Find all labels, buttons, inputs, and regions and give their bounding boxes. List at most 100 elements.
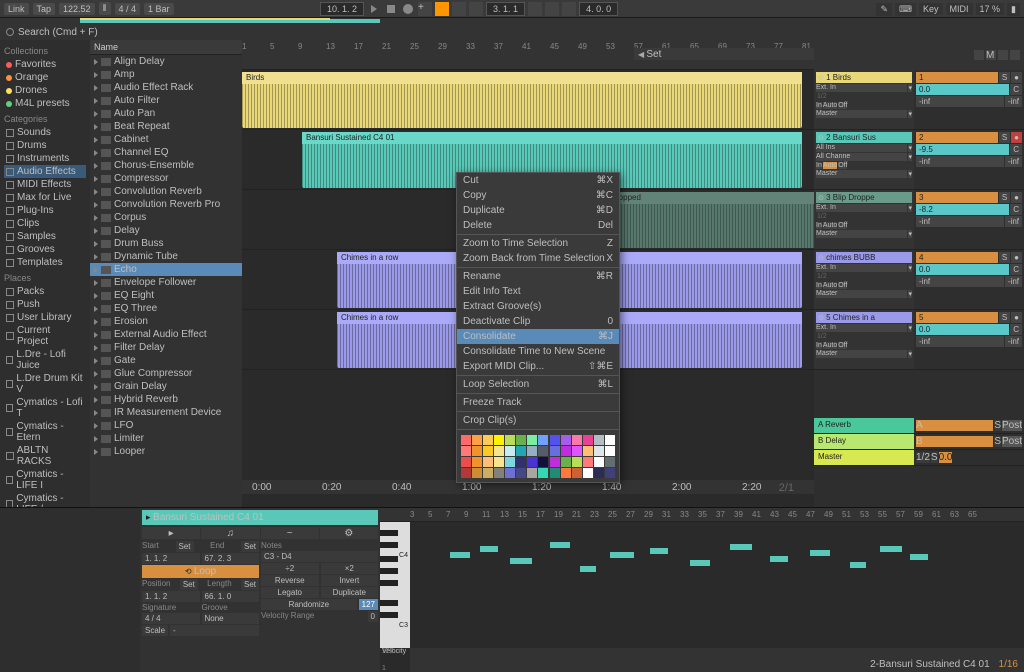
velocity-range-value[interactable]: 0 [368, 611, 378, 622]
place-packs[interactable]: Packs [4, 285, 86, 298]
browser-search[interactable]: Search (Cmd + F) [0, 24, 1024, 40]
category-samples[interactable]: Samples [4, 230, 86, 243]
category-drums[interactable]: Drums [4, 139, 86, 152]
quantize-menu[interactable]: 1 Bar [144, 3, 174, 15]
browser-item[interactable]: Chorus-Ensemble [90, 159, 242, 172]
browser-item[interactable]: LFO [90, 419, 242, 432]
midi-note[interactable] [910, 554, 928, 560]
collection-drones[interactable]: Drones [4, 84, 86, 97]
return-a[interactable]: A Reverb ASPost [814, 418, 1024, 434]
master-track[interactable]: Master 1/2S0.0 [814, 450, 1024, 466]
mixer-track-3[interactable]: ⊙ 3 Blip DroppeExt. In▾1/2InAutoOffMaste… [814, 190, 1024, 250]
category-sounds[interactable]: Sounds [4, 126, 86, 139]
metronome-icon[interactable]: ⦀ [99, 2, 111, 15]
browser-item[interactable]: Delay [90, 224, 242, 237]
tap-button[interactable]: Tap [33, 3, 56, 15]
duplicate-button[interactable]: Duplicate [321, 587, 379, 598]
browser-item[interactable]: Gate [90, 354, 242, 367]
category-templates[interactable]: Templates [4, 256, 86, 269]
browser-item[interactable]: IR Measurement Device [90, 406, 242, 419]
loop-toggle[interactable]: ⟲ Loop [142, 565, 259, 578]
midi-note[interactable] [610, 552, 634, 558]
loop-switch-icon[interactable] [545, 2, 559, 16]
menu-item[interactable]: DeleteDel [457, 218, 619, 233]
return-toggle-icon[interactable] [998, 50, 1008, 60]
category-midi-effects[interactable]: MIDI Effects [4, 178, 86, 191]
mixer-track-2[interactable]: ⊙ 2 Bansuri SusAll Ins▾All Channe▾InAuto… [814, 130, 1024, 190]
mixer-track-1[interactable]: ⊙ 1 BirdsExt. In▾1/2InAutoOffMaster▾1S●0… [814, 70, 1024, 130]
mixer-toggle-icon[interactable]: M [986, 50, 996, 60]
browser-item[interactable]: EQ Eight [90, 289, 242, 302]
place-push[interactable]: Push [4, 298, 86, 311]
track-1[interactable]: Birds [242, 70, 814, 130]
place-user-library[interactable]: User Library [4, 311, 86, 324]
place-current-project[interactable]: Current Project [4, 324, 86, 348]
collection-orange[interactable]: Orange [4, 71, 86, 84]
browser-item[interactable]: Convolution Reverb [90, 185, 242, 198]
menu-item[interactable]: Duplicate⌘D [457, 203, 619, 218]
browser-item[interactable]: EQ Three [90, 302, 242, 315]
mixer-track-4[interactable]: ⊙ chimes BUBBExt. In▾1/2InAutoOffMaster▾… [814, 250, 1024, 310]
category-grooves[interactable]: Grooves [4, 243, 86, 256]
reenable-automation-button[interactable] [452, 2, 466, 16]
place-folder-1[interactable]: L.Dre - Lofi Juice [4, 348, 86, 372]
loop-length-value[interactable]: 66. 1. 0 [202, 591, 260, 602]
menu-item[interactable]: Copy⌘C [457, 188, 619, 203]
browser-item[interactable]: Filter Delay [90, 341, 242, 354]
browser-item[interactable]: Envelope Follower [90, 276, 242, 289]
midi-note[interactable] [480, 546, 498, 552]
menu-item[interactable]: Rename⌘R [457, 269, 619, 284]
half-time-button[interactable]: ÷2 [261, 563, 319, 574]
menu-item[interactable]: Zoom to Time SelectionZ [457, 236, 619, 251]
place-folder-2[interactable]: L.Dre Drum Kit V [4, 372, 86, 396]
place-folder-6[interactable]: Cymatics - LIFE I [4, 468, 86, 492]
key-map-button[interactable]: Key [919, 3, 943, 15]
clip-start-value[interactable]: 1. 1. 2 [142, 553, 200, 564]
punch-in-icon[interactable] [528, 2, 542, 16]
midi-note[interactable] [550, 542, 570, 548]
browser-item[interactable]: Channel EQ [90, 146, 242, 159]
place-folder-7[interactable]: Cymatics - LIFE / [4, 492, 86, 507]
bpm-display[interactable]: 122.52 [59, 3, 95, 15]
midi-note[interactable] [510, 558, 532, 564]
overdub-button[interactable]: + [418, 2, 432, 16]
browser-item[interactable]: Glue Compressor [90, 367, 242, 380]
menu-item[interactable]: Consolidate Time to New Scene [457, 344, 619, 359]
place-folder-5[interactable]: ABLTN RACKS [4, 444, 86, 468]
midi-note[interactable] [450, 552, 470, 558]
browser-item[interactable]: Looper [90, 445, 242, 458]
clip-tab-3[interactable]: ~ [261, 527, 319, 539]
arrangement-position[interactable]: 10. 1. 2 [320, 2, 364, 16]
midi-note[interactable] [730, 544, 752, 550]
computer-keyboard-icon[interactable]: ⌨ [895, 3, 916, 16]
midi-note[interactable] [690, 560, 710, 566]
place-folder-4[interactable]: Cymatics - Etern [4, 420, 86, 444]
browser-item[interactable]: Beat Repeat [90, 120, 242, 133]
midi-notes-area[interactable] [410, 522, 1024, 648]
menu-item[interactable]: Cut⌘X [457, 173, 619, 188]
clip-birds[interactable]: Birds [242, 72, 802, 128]
set-start-button[interactable]: Set [176, 541, 194, 552]
menu-item[interactable]: Edit Info Text [457, 284, 619, 299]
clip-blip[interactable]: ropped [612, 192, 814, 248]
scale-toggle[interactable]: Scale [142, 625, 168, 636]
menu-item[interactable]: Freeze Track [457, 395, 619, 410]
browser-item[interactable]: Compressor [90, 172, 242, 185]
color-picker[interactable] [457, 431, 619, 482]
clip-tab-1[interactable]: ▸ [142, 527, 200, 539]
reverse-button[interactable]: Reverse [261, 575, 319, 586]
category-clips[interactable]: Clips [4, 217, 86, 230]
browser-item[interactable]: Echo [90, 263, 242, 276]
midi-note-editor[interactable]: 3579111315171921232527293133353739414345… [380, 508, 1024, 672]
loop-length[interactable]: 4. 0. 0 [579, 2, 618, 16]
invert-button[interactable]: Invert [321, 575, 379, 586]
browser-item[interactable]: Convolution Reverb Pro [90, 198, 242, 211]
mixer-track-5[interactable]: ⊙ 5 Chimes in aExt. In▾1/2InAutoOffMaste… [814, 310, 1024, 370]
midi-note[interactable] [880, 546, 902, 552]
collection-m4l[interactable]: M4L presets [4, 97, 86, 110]
menu-item[interactable]: Deactivate Clip0 [457, 314, 619, 329]
draw-mode-icon[interactable]: ✎ [876, 3, 892, 16]
midi-note[interactable] [850, 562, 866, 568]
delay-toggle-icon[interactable] [1010, 50, 1020, 60]
browser-item[interactable]: Auto Filter [90, 94, 242, 107]
